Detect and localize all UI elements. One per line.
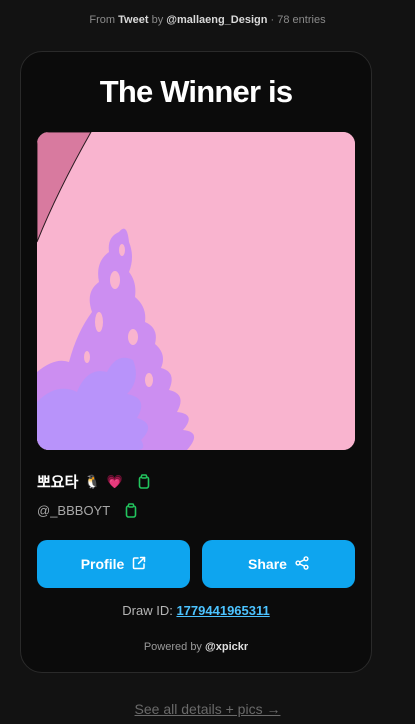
heart-emoji: 💗	[106, 473, 123, 489]
winner-handle: @_BBBOYT	[37, 502, 111, 518]
share-button-label: Share	[248, 556, 287, 572]
draw-id-link[interactable]: 1779441965311	[176, 603, 269, 618]
from-label: From	[89, 14, 116, 26]
draw-id-label: Draw ID:	[122, 603, 173, 618]
winner-avatar-image	[37, 132, 355, 450]
profile-button[interactable]: Profile	[37, 540, 190, 588]
source-author: @mallaeng_Design	[166, 14, 268, 26]
share-icon	[295, 555, 309, 573]
card-title: The Winner is	[99, 74, 293, 109]
penguin-emoji: 🐧	[84, 473, 101, 489]
external-link-icon	[132, 556, 146, 573]
powered-by-label: Powered by	[143, 641, 202, 653]
winner-card: The Winner is 뽀요타 🐧 💗 @_BBBOYT Profile S…	[20, 51, 372, 673]
winner-name-row: 뽀요타 🐧 💗	[37, 470, 151, 492]
powered-by-handle[interactable]: @xpickr	[205, 641, 248, 653]
draw-id-line: Draw ID: 1779441965311	[21, 603, 371, 618]
copy-icon[interactable]	[137, 473, 151, 489]
copy-icon[interactable]	[124, 502, 138, 518]
by-label: by	[151, 14, 164, 26]
entries-count: 78 entries	[277, 14, 326, 26]
winner-handle-row: @_BBBOYT	[37, 500, 138, 520]
powered-by-line: Powered by @xpickr	[21, 641, 371, 653]
source-type: Tweet	[118, 14, 149, 26]
separator: ·	[270, 14, 275, 26]
profile-button-label: Profile	[80, 556, 125, 572]
see-all-details-link[interactable]: See all details + pics →	[0, 701, 415, 717]
winner-name: 뽀요타	[37, 473, 79, 491]
share-button[interactable]: Share	[202, 540, 355, 588]
source-line: From Tweet by @mallaeng_Design · 78 entr…	[0, 14, 415, 26]
